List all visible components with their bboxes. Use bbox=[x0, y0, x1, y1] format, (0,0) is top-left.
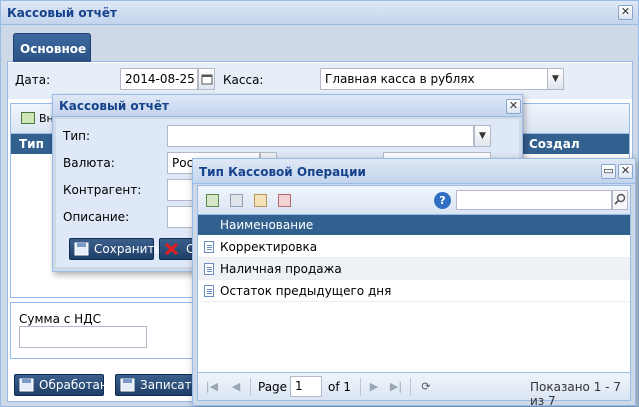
save-button-label: Сохранить bbox=[94, 242, 162, 256]
list-item[interactable]: Корректировка bbox=[198, 236, 630, 258]
column-name[interactable]: Наименование bbox=[220, 218, 313, 232]
column-type[interactable]: Тип bbox=[19, 137, 44, 151]
item-label: Остаток предыдущего дня bbox=[220, 284, 392, 298]
separator bbox=[360, 378, 361, 396]
save-icon bbox=[19, 378, 34, 392]
item-label: Наличная продажа bbox=[220, 262, 342, 276]
separator bbox=[250, 378, 251, 396]
operation-type-dialog: Тип Кассовой Операции ▭ ✕ ? Наименование… bbox=[192, 158, 636, 407]
type-select[interactable] bbox=[167, 125, 474, 147]
grid-header: Наименование bbox=[198, 215, 630, 235]
paging-toolbar: |◀ ◀ Page 1 of 1 ▶ ▶| ⟳ Показано 1 - 7 и… bbox=[198, 372, 630, 407]
search-icon[interactable] bbox=[612, 190, 628, 210]
edit-icon[interactable] bbox=[230, 194, 243, 207]
help-icon[interactable]: ? bbox=[434, 192, 451, 209]
window-title: Кассовый отчёт bbox=[1, 1, 638, 25]
cancel-button[interactable]: С bbox=[159, 238, 195, 260]
maximize-icon[interactable]: ▭ bbox=[601, 164, 616, 179]
sum-field[interactable] bbox=[19, 326, 147, 348]
write-button[interactable]: Записать bbox=[115, 374, 199, 396]
sum-label: Сумма с НДС bbox=[19, 312, 101, 326]
page-label: Page bbox=[258, 380, 288, 394]
first-page-icon[interactable]: |◀ bbox=[204, 379, 220, 395]
add-icon[interactable] bbox=[206, 194, 219, 207]
tab-main[interactable]: Основное bbox=[13, 33, 91, 62]
paging-status: Показано 1 - 7 из 7 bbox=[530, 380, 621, 407]
save-icon bbox=[74, 242, 89, 256]
chevron-down-icon[interactable]: ▼ bbox=[474, 125, 491, 147]
column-created-by[interactable]: Создал bbox=[529, 137, 580, 151]
item-label: Корректировка bbox=[220, 240, 318, 254]
operation-type-grid: ? Наименование Корректировка Наличная пр… bbox=[197, 185, 631, 407]
process-button[interactable]: Обработан bbox=[14, 374, 108, 396]
document-icon bbox=[204, 285, 214, 297]
dialog-title: Тип Кассовой Операции bbox=[193, 159, 635, 184]
last-page-icon[interactable]: ▶| bbox=[388, 379, 404, 395]
next-page-icon[interactable]: ▶ bbox=[366, 379, 382, 395]
document-icon bbox=[204, 263, 214, 275]
cash-select[interactable]: Главная касса в рублях bbox=[320, 68, 548, 90]
list-item[interactable]: Наличная продажа bbox=[198, 258, 630, 280]
calendar-icon[interactable] bbox=[198, 68, 215, 90]
add-icon bbox=[21, 112, 35, 124]
page-number-input[interactable]: 1 bbox=[290, 376, 322, 397]
refresh-icon[interactable]: ⟳ bbox=[418, 379, 434, 395]
date-field[interactable]: 2014-08-25 bbox=[120, 68, 198, 90]
prev-page-icon[interactable]: ◀ bbox=[228, 379, 244, 395]
tab-strip: Основное bbox=[7, 30, 633, 62]
counterparty-label: Контрагент: bbox=[63, 183, 142, 197]
search-input[interactable] bbox=[456, 190, 612, 210]
close-icon[interactable]: ✕ bbox=[618, 164, 633, 179]
list-item[interactable]: Остаток предыдущего дня bbox=[198, 280, 630, 302]
grid-toolbar: ? bbox=[198, 186, 630, 215]
cancel-icon bbox=[164, 242, 179, 256]
page-count: of 1 bbox=[328, 380, 352, 394]
type-label: Тип: bbox=[63, 129, 91, 143]
close-icon[interactable]: ✕ bbox=[506, 99, 521, 114]
close-icon[interactable]: ✕ bbox=[618, 5, 633, 20]
delete-icon[interactable] bbox=[278, 194, 291, 207]
dialog-title: Кассовый отчёт bbox=[53, 95, 522, 117]
cash-label: Касса: bbox=[223, 73, 264, 87]
process-button-label: Обработан bbox=[39, 378, 108, 392]
document-icon bbox=[204, 241, 214, 253]
write-button-label: Записать bbox=[140, 378, 199, 392]
description-label: Описание: bbox=[63, 210, 130, 224]
separator bbox=[410, 378, 411, 396]
date-label: Дата: bbox=[15, 73, 51, 87]
edit-icon[interactable] bbox=[254, 194, 267, 207]
currency-label: Валюта: bbox=[63, 156, 115, 170]
chevron-down-icon[interactable]: ▼ bbox=[547, 68, 564, 90]
save-button[interactable]: Сохранить bbox=[69, 238, 162, 260]
save-icon bbox=[120, 378, 135, 392]
